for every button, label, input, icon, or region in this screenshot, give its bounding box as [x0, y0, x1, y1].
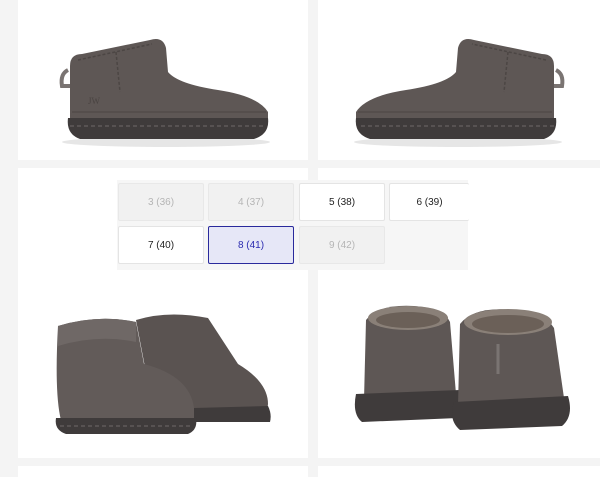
product-image-5[interactable]: [18, 466, 308, 477]
product-image-1[interactable]: JW: [18, 0, 308, 160]
size-option-42[interactable]: 9 (42): [299, 226, 385, 264]
size-option-37[interactable]: 4 (37): [208, 183, 294, 221]
product-image-6[interactable]: [318, 466, 600, 477]
size-option-36[interactable]: 3 (36): [118, 183, 204, 221]
size-option-40[interactable]: 7 (40): [118, 226, 204, 264]
size-option-38[interactable]: 5 (38): [299, 183, 385, 221]
product-image-2[interactable]: [318, 0, 600, 160]
size-option-39[interactable]: 6 (39): [389, 183, 469, 221]
boot-side-left-image: JW: [59, 39, 270, 147]
size-selector: 3 (36) 4 (37) 5 (38) 6 (39) 7 (40) 8 (41…: [117, 180, 469, 270]
boot-side-right-image: [354, 39, 565, 147]
logo-embossed-text: JW: [88, 96, 101, 106]
size-option-41[interactable]: 8 (41): [208, 226, 294, 264]
